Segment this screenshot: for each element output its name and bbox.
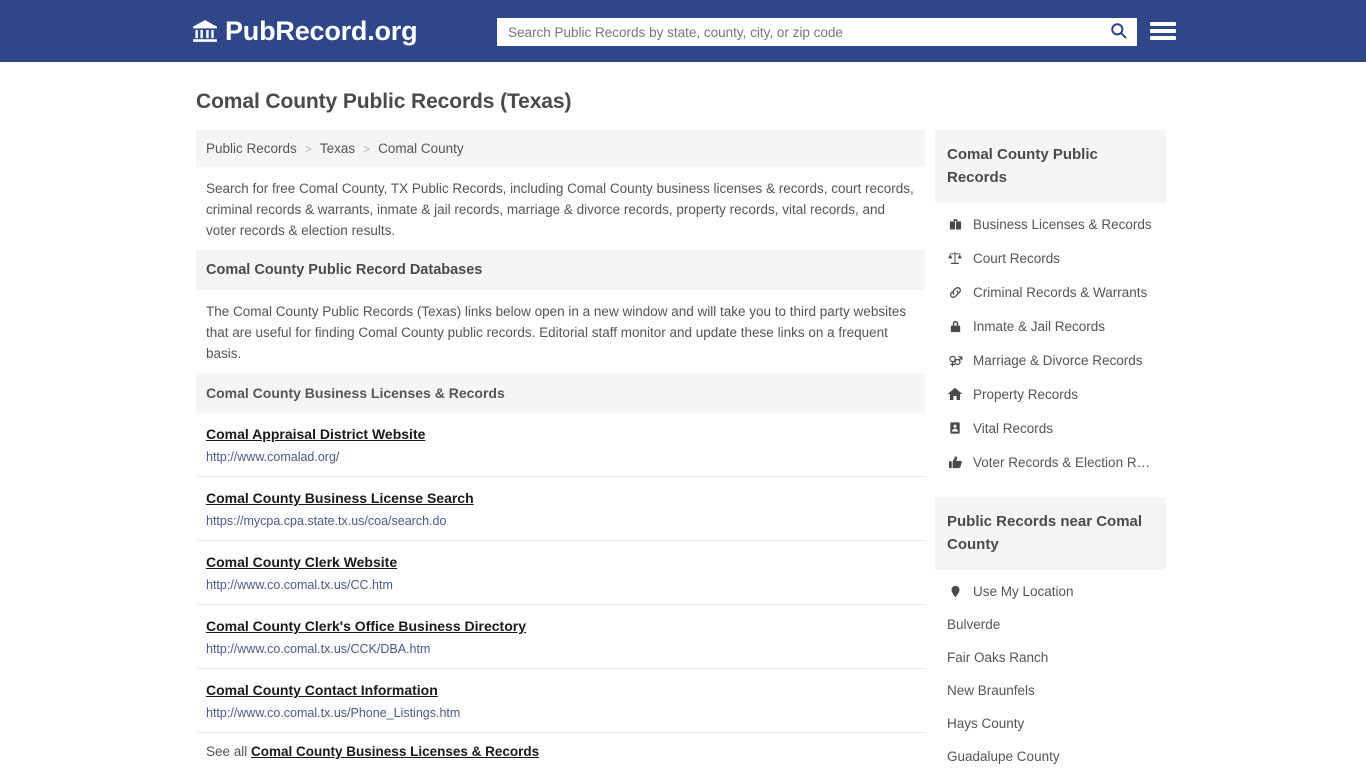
breadcrumb-separator: > (363, 141, 371, 156)
record-link-title[interactable]: Comal County Contact Information (206, 682, 438, 698)
record-link-url: http://www.co.comal.tx.us/Phone_Listings… (206, 706, 461, 720)
main-content: Public Records > Texas > Comal County Se… (196, 130, 925, 768)
sidebar-item-marriage-divorce-records[interactable]: Marriage & Divorce Records (935, 343, 1166, 377)
sidebar-item-label: Business Licenses & Records (973, 216, 1152, 232)
briefcase-icon (947, 216, 963, 232)
breadcrumb-item-texas[interactable]: Texas (320, 141, 355, 156)
intro-paragraph: Search for free Comal County, TX Public … (206, 181, 914, 238)
sidebar-item-voter-records[interactable]: Voter Records & Election R… (935, 445, 1166, 479)
sidebar-item-business-licenses[interactable]: Business Licenses & Records (935, 207, 1166, 241)
page-title: Comal County Public Records (Texas) (196, 90, 572, 113)
sidebar-item-label: Use My Location (973, 583, 1074, 599)
hamburger-menu-button[interactable] (1150, 20, 1176, 42)
section-heading-business-licenses: Comal County Business Licenses & Records (196, 373, 925, 413)
record-link-title[interactable]: Comal Appraisal District Website (206, 426, 425, 442)
thumbs-up-icon (947, 454, 963, 470)
sidebar-records-list: Business Licenses & Records Court Record… (935, 203, 1166, 479)
sidebar-item-guadalupe-county[interactable]: Guadalupe County (935, 740, 1166, 768)
breadcrumb: Public Records > Texas > Comal County (196, 130, 925, 167)
sidebar-item-label: Bulverde (947, 617, 1001, 632)
sidebar-item-bulverde[interactable]: Bulverde (935, 608, 1166, 641)
lock-icon (947, 318, 963, 334)
sidebar-item-criminal-records[interactable]: Criminal Records & Warrants (935, 275, 1166, 309)
see-all-row: See all Comal County Business Licenses &… (196, 733, 925, 768)
record-link-url: https://mycpa.cpa.state.tx.us/coa/search… (206, 514, 447, 528)
sidebar-item-label: Criminal Records & Warrants (973, 284, 1148, 300)
record-link-title[interactable]: Comal County Business License Search (206, 490, 474, 506)
scales-icon (947, 250, 963, 266)
map-pin-icon (947, 583, 963, 599)
see-all-link[interactable]: Comal County Business Licenses & Records (251, 744, 539, 759)
search-input[interactable] (498, 19, 1100, 45)
section-heading-databases: Comal County Public Record Databases (196, 250, 925, 290)
see-all-prefix: See all (206, 744, 248, 759)
sidebar-item-inmate-jail-records[interactable]: Inmate & Jail Records (935, 309, 1166, 343)
record-link-url: http://www.co.comal.tx.us/CC.htm (206, 578, 393, 592)
search-bar (497, 18, 1137, 46)
sidebar-nearby-list: Use My Location Bulverde Fair Oaks Ranch… (935, 570, 1166, 768)
brand-name: PubRecord.org (225, 15, 418, 46)
sidebar-item-hays-county[interactable]: Hays County (935, 707, 1166, 740)
content-columns: Public Records > Texas > Comal County Se… (196, 130, 1366, 768)
sidebar-item-label: Inmate & Jail Records (973, 318, 1106, 334)
bank-icon (192, 18, 218, 44)
sidebar-item-property-records[interactable]: Property Records (935, 377, 1166, 411)
breadcrumb-separator: > (304, 141, 312, 156)
site-header: PubRecord.org (0, 0, 1366, 62)
list-item[interactable]: Comal Appraisal District Website http://… (196, 413, 925, 477)
sidebar-item-label: Voter Records & Election R… (973, 454, 1151, 470)
sidebar-item-label: Property Records (973, 386, 1079, 402)
sidebar-item-label: New Braunfels (947, 683, 1035, 698)
sidebar-item-label: Fair Oaks Ranch (947, 650, 1049, 665)
sidebar-panel-nearby-heading: Public Records near Comal County (935, 497, 1166, 570)
sidebar-panel-records: Comal County Public Records Business Lic… (935, 130, 1166, 479)
breadcrumb-item-comal-county[interactable]: Comal County (378, 141, 464, 156)
sidebar-item-use-my-location[interactable]: Use My Location (935, 574, 1166, 608)
breadcrumb-item-public-records[interactable]: Public Records (206, 141, 297, 156)
id-card-icon (947, 420, 963, 436)
list-item[interactable]: Comal County Clerk's Office Business Dir… (196, 605, 925, 669)
sidebar-item-label: Hays County (947, 716, 1025, 731)
home-icon (947, 386, 963, 402)
databases-paragraph: The Comal County Public Records (Texas) … (206, 304, 907, 361)
site-logo[interactable]: PubRecord.org (192, 15, 418, 47)
chain-link-icon (947, 284, 963, 300)
record-link-title[interactable]: Comal County Clerk's Office Business Dir… (206, 618, 526, 634)
sidebar-item-new-braunfels[interactable]: New Braunfels (935, 674, 1166, 707)
search-icon (1109, 21, 1128, 43)
sidebar-panel-nearby: Public Records near Comal County Use My … (935, 497, 1166, 768)
sidebar-item-label: Marriage & Divorce Records (973, 352, 1143, 368)
hamburger-menu-icon-bar (1150, 36, 1176, 40)
search-button[interactable] (1100, 19, 1136, 45)
sidebar: Comal County Public Records Business Lic… (935, 130, 1166, 768)
list-item[interactable]: Comal County Contact Information http://… (196, 669, 925, 733)
hamburger-menu-icon (1150, 22, 1176, 26)
sidebar-item-fair-oaks-ranch[interactable]: Fair Oaks Ranch (935, 641, 1166, 674)
list-item[interactable]: Comal County Clerk Website http://www.co… (196, 541, 925, 605)
record-link-url: http://www.comalad.org/ (206, 450, 340, 464)
sidebar-item-vital-records[interactable]: Vital Records (935, 411, 1166, 445)
sidebar-item-court-records[interactable]: Court Records (935, 241, 1166, 275)
sidebar-item-label: Vital Records (973, 420, 1054, 436)
sidebar-panel-records-heading: Comal County Public Records (935, 130, 1166, 203)
record-link-title[interactable]: Comal County Clerk Website (206, 554, 397, 570)
venus-mars-icon (947, 352, 963, 368)
record-link-url: http://www.co.comal.tx.us/CCK/DBA.htm (206, 642, 431, 656)
list-item[interactable]: Comal County Business License Search htt… (196, 477, 925, 541)
sidebar-item-label: Court Records (973, 250, 1061, 266)
sidebar-item-label: Guadalupe County (947, 749, 1060, 764)
hamburger-menu-icon-bar (1150, 29, 1176, 33)
page-body: Comal County Public Records (Texas) Publ… (0, 90, 1366, 768)
